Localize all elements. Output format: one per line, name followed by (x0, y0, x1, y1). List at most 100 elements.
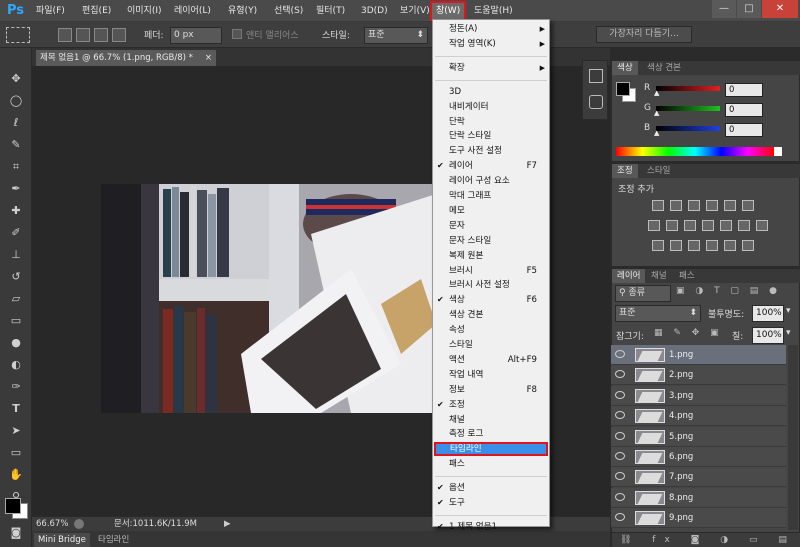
slider-handle-icon[interactable]: ▲ (654, 89, 659, 97)
window-menu-item[interactable]: 브러시 F5 (433, 264, 549, 278)
quick-mask-icon[interactable]: ◙ (6, 524, 26, 542)
blur-icon[interactable]: ● (6, 334, 26, 352)
menu-0[interactable]: 파일(F) (32, 3, 69, 19)
window-menu-item[interactable]: 정돈(A) ▶ (433, 22, 549, 36)
eye-icon[interactable] (615, 390, 625, 399)
tab-paths[interactable]: 패스 (674, 269, 700, 283)
layer-row[interactable]: 7.png (611, 467, 786, 488)
gradient-icon[interactable]: ▭ (6, 312, 26, 330)
levels-icon[interactable] (670, 200, 682, 211)
eye-icon[interactable] (615, 513, 625, 522)
window-menu-item[interactable]: 채널 (433, 413, 549, 427)
menu-5[interactable]: 선택(S) (270, 3, 307, 19)
maximize-button[interactable]: □ (737, 0, 761, 18)
layer-row[interactable]: 9.png (611, 508, 786, 529)
window-menu-item[interactable]: 색상 견본 (433, 308, 549, 322)
window-menu-item[interactable]: 액션 Alt+F9 (433, 353, 549, 367)
window-menu-item[interactable]: 옵션 ✔ (433, 481, 549, 495)
channel-slider[interactable] (656, 106, 720, 111)
window-menu-item[interactable]: 막대 그래프 (433, 189, 549, 203)
menu-8[interactable]: 보기(V) (396, 3, 434, 19)
layer-filter-select[interactable]: ⚲ 종류 (615, 285, 671, 302)
fill-dropdown-icon[interactable]: ▾ (786, 328, 791, 338)
tab-layers[interactable]: 레이어 (612, 269, 646, 283)
new-selection-icon[interactable] (58, 28, 72, 42)
window-menu-item[interactable]: 내비게이터 (433, 100, 549, 114)
eye-icon[interactable] (615, 411, 625, 420)
history-panel-icon[interactable] (589, 69, 603, 83)
window-menu-item[interactable]: 속성 (433, 323, 549, 337)
window-menu-item[interactable]: 브러시 사전 설정 (433, 278, 549, 292)
layer-row[interactable]: 4.png (611, 406, 786, 427)
channel-value-input[interactable]: 0 (725, 123, 763, 137)
window-menu-item[interactable]: 레이어 구성 요소 (433, 174, 549, 188)
tab-channels[interactable]: 채널 (646, 269, 672, 283)
properties-panel-icon[interactable] (589, 95, 603, 109)
tab-mini-bridge[interactable]: Mini Bridge (34, 533, 90, 547)
tab-adjustments[interactable]: 조정 (612, 164, 638, 178)
extra-icon[interactable] (742, 240, 754, 251)
bw-icon[interactable] (666, 220, 678, 231)
status-menu-icon[interactable] (74, 519, 84, 529)
window-menu-item[interactable]: 작업 내역 (433, 368, 549, 382)
window-menu-item[interactable]: 색상 ✔ F6 (433, 293, 549, 307)
layer-row[interactable]: 8.png (611, 487, 786, 508)
window-menu-item[interactable]: 레이어 ✔ F7 (433, 159, 549, 173)
crop-icon[interactable]: ⌗ (6, 158, 26, 176)
window-menu-item[interactable]: 메모 (433, 204, 549, 218)
menu-3[interactable]: 레이어(L) (170, 3, 215, 19)
channel-value-input[interactable]: 0 (725, 83, 763, 97)
window-menu-item[interactable]: 복제 원본 (433, 249, 549, 263)
foreground-color-swatch[interactable] (5, 498, 21, 514)
window-menu-item[interactable]: 1 제목 없음1 ✔ (433, 520, 549, 534)
posterize-icon[interactable] (756, 220, 768, 231)
layer-filter-icons[interactable]: ▣ ◑ T ▢ ▤ ● (676, 286, 796, 300)
document-tab[interactable]: 제목 없음1 @ 66.7% (1.png, RGB/8) * × (36, 50, 216, 66)
opacity-dropdown-icon[interactable]: ▾ (786, 306, 791, 316)
close-button[interactable]: ✕ (762, 0, 798, 18)
path-selection-icon[interactable]: ➤ (6, 422, 26, 440)
channel-slider[interactable] (656, 86, 720, 91)
eye-icon[interactable] (615, 370, 625, 379)
layers-scrollbar[interactable] (788, 345, 798, 530)
window-menu-item[interactable]: 문자 (433, 219, 549, 233)
marquee-tool-preset-icon[interactable] (6, 27, 30, 43)
move-tool-icon[interactable]: ✥ (6, 70, 26, 88)
eye-icon[interactable] (615, 350, 625, 358)
window-menu-item[interactable]: 타임라인 (434, 442, 548, 457)
layer-row[interactable]: 6.png (611, 447, 786, 467)
window-menu-item[interactable]: 단락 (433, 115, 549, 129)
minimize-button[interactable]: — (712, 0, 736, 18)
curves-icon[interactable] (688, 200, 700, 211)
opacity-input[interactable]: 100% (752, 305, 784, 322)
menu-4[interactable]: 유형(Y) (224, 3, 261, 19)
window-menu-item[interactable]: 3D (433, 85, 549, 99)
shadows-icon[interactable] (706, 240, 718, 251)
spectrum-white-swatch[interactable] (774, 147, 782, 156)
channel-value-input[interactable]: 0 (725, 103, 763, 117)
window-menu-item[interactable]: 문자 스타일 (433, 234, 549, 248)
zoom-level[interactable]: 66.67% (36, 517, 68, 531)
window-menu-item[interactable]: 단락 스타일 (433, 129, 549, 143)
hue-icon[interactable] (742, 200, 754, 211)
menu-6[interactable]: 필터(T) (312, 3, 349, 19)
color-lookup-icon[interactable] (720, 220, 732, 231)
menu-7[interactable]: 3D(D) (357, 3, 392, 19)
dodge-icon[interactable]: ◐ (6, 356, 26, 374)
color-fg-swatch[interactable] (616, 82, 630, 96)
eye-icon[interactable] (615, 472, 625, 481)
other-icon[interactable] (724, 240, 736, 251)
status-arrow-icon[interactable]: ▶ (224, 517, 231, 531)
hand-icon[interactable]: ✋ (6, 466, 26, 484)
lasso-icon[interactable]: ℓ (6, 114, 26, 132)
subtract-selection-icon[interactable] (94, 28, 108, 42)
history-brush-icon[interactable]: ↺ (6, 268, 26, 286)
color-spectrum-bar[interactable] (616, 147, 774, 156)
refine-edge-button[interactable]: 가장자리 다듬기... (596, 26, 692, 43)
gradient-map-icon[interactable] (670, 240, 682, 251)
window-menu-item[interactable]: 도구 사전 설정 (433, 144, 549, 158)
channel-slider[interactable] (656, 126, 720, 131)
balance-icon[interactable] (648, 220, 660, 231)
vibrance-icon[interactable] (724, 200, 736, 211)
menu-1[interactable]: 편집(E) (78, 3, 115, 19)
